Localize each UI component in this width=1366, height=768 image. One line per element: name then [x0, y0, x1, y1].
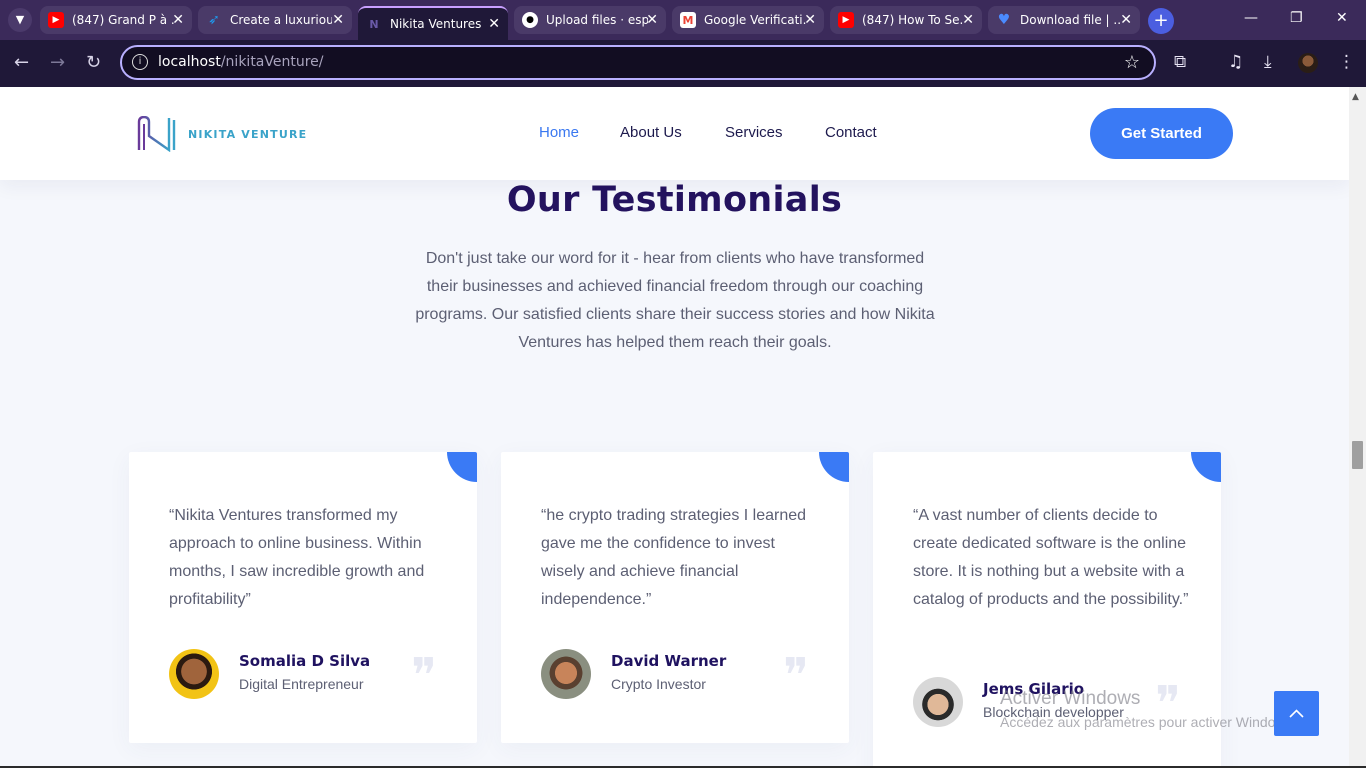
page-viewport: NIKITA VENTURE Home About Us Services Co… — [0, 87, 1349, 768]
menu-dots-icon[interactable]: ⋮ — [1338, 52, 1355, 72]
tab-search-button[interactable]: ▼ — [8, 8, 32, 32]
address-bar[interactable]: i localhost/nikitaVenture/ ☆ — [120, 45, 1156, 80]
testimonial-quote: “he crypto trading strategies I learned … — [541, 507, 807, 608]
client-name: David Warner — [611, 652, 727, 670]
github-icon: ● — [522, 12, 538, 28]
browser-tab[interactable]: ♥ Download file | ... ✕ — [988, 6, 1140, 34]
site-logo[interactable]: NIKITA VENTURE — [136, 115, 308, 153]
gmail-icon: M — [680, 12, 696, 28]
youtube-icon: ▶ — [48, 12, 64, 28]
url-text[interactable]: localhost/nikitaVenture/ — [158, 54, 324, 70]
testimonial-quote: “Nikita Ventures transformed my approach… — [169, 507, 425, 608]
quote-mark-icon: ❞ — [411, 648, 437, 704]
get-started-button[interactable]: Get Started — [1090, 108, 1233, 159]
close-tab-icon[interactable]: ✕ — [332, 12, 344, 28]
card-corner-accent — [1191, 452, 1221, 482]
scroll-up-arrow-icon[interactable]: ▲ — [1352, 92, 1359, 102]
card-corner-accent — [819, 452, 849, 482]
page-scrollbar[interactable] — [1349, 87, 1366, 768]
nikita-logo-icon: N — [369, 17, 379, 31]
nav-contact[interactable]: Contact — [825, 124, 877, 141]
client-avatar — [913, 677, 963, 727]
extensions-icon[interactable]: ⧉ — [1174, 52, 1186, 72]
nav-about-us[interactable]: About Us — [620, 124, 682, 141]
browser-tab[interactable]: ➶ Create a luxurious ✕ — [198, 6, 352, 34]
maximize-icon[interactable]: ❐ — [1290, 10, 1303, 26]
browser-tab[interactable]: ▶ (847) How To Se... ✕ — [830, 6, 982, 34]
nav-services[interactable]: Services — [725, 124, 783, 141]
site-info-icon[interactable]: i — [132, 54, 148, 70]
logo-mark-icon — [137, 115, 176, 153]
browser-tab[interactable]: ▶ (847) Grand P à ... ✕ — [40, 6, 192, 34]
client-avatar — [169, 649, 219, 699]
section-title: Our Testimonials — [506, 180, 843, 220]
client-role: Digital Entrepreneur — [239, 676, 364, 692]
browser-tab[interactable]: ● Upload files · esp ✕ — [514, 6, 666, 34]
client-avatar — [541, 649, 591, 699]
close-window-icon[interactable]: ✕ — [1336, 10, 1348, 26]
browser-tab[interactable]: M Google Verificati... ✕ — [672, 6, 824, 34]
minimize-icon[interactable]: — — [1244, 10, 1258, 26]
youtube-icon: ▶ — [838, 12, 854, 28]
testimonial-quote: “A vast number of clients decide to crea… — [913, 507, 1189, 608]
close-tab-icon[interactable]: ✕ — [172, 12, 184, 28]
section-description: Don't just take our word for it - hear f… — [415, 250, 935, 351]
bird-icon: ➶ — [208, 12, 220, 28]
windows-activation-title: Activer Windows — [1000, 688, 1141, 709]
close-tab-icon[interactable]: ✕ — [962, 12, 974, 28]
bookmark-star-icon[interactable]: ☆ — [1124, 52, 1140, 73]
close-tab-icon[interactable]: ✕ — [1120, 12, 1132, 28]
card-corner-accent — [447, 452, 477, 482]
client-name: Somalia D Silva — [239, 652, 371, 670]
forward-arrow-icon[interactable]: → — [50, 52, 65, 73]
browser-tab-active[interactable]: N Nikita Ventures ✕ — [358, 6, 508, 40]
quote-mark-icon: ❞ — [783, 648, 809, 704]
heart-icon: ♥ — [997, 12, 1011, 28]
client-role: Crypto Investor — [611, 676, 706, 692]
scrollbar-thumb[interactable] — [1352, 441, 1363, 469]
chevron-up-icon — [1289, 709, 1304, 718]
download-icon[interactable]: ⤓ — [1264, 52, 1272, 72]
back-arrow-icon[interactable]: ← — [14, 52, 29, 73]
nav-home[interactable]: Home — [539, 124, 579, 141]
close-tab-icon[interactable]: ✕ — [488, 16, 500, 32]
site-header: NIKITA VENTURE Home About Us Services Co… — [0, 87, 1349, 180]
windows-activation-subtitle: Accédez aux paramètres pour activer Wind… — [1000, 714, 1297, 730]
profile-avatar[interactable] — [1298, 53, 1318, 73]
browser-tab-bar: ▼ ▶ (847) Grand P à ... ✕ ➶ Create a lux… — [0, 0, 1366, 40]
testimonial-card: “he crypto trading strategies I learned … — [501, 452, 849, 743]
close-tab-icon[interactable]: ✕ — [804, 12, 816, 28]
close-tab-icon[interactable]: ✕ — [646, 12, 658, 28]
media-controls-icon[interactable]: ♫ — [1228, 52, 1243, 72]
back-to-top-button[interactable] — [1274, 691, 1319, 736]
new-tab-button[interactable]: + — [1148, 8, 1174, 34]
reload-icon[interactable]: ↻ — [86, 52, 101, 73]
testimonial-card: “Nikita Ventures transformed my approach… — [129, 452, 477, 743]
